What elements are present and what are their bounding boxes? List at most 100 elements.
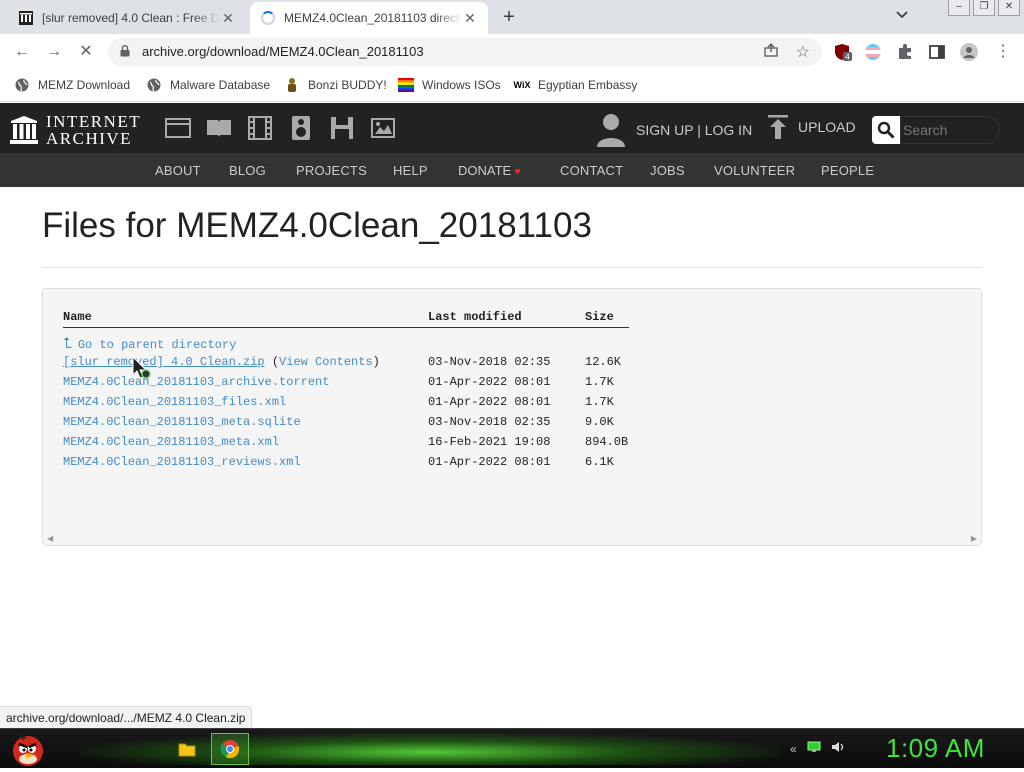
url-text: archive.org/download/MEMZ4.0Clean_201811… [142,44,424,59]
close-tab-icon[interactable]: ✕ [220,10,236,26]
file-link[interactable]: MEMZ4.0Clean_20181103_reviews.xml [63,455,301,469]
internet-archive-favicon-icon [18,10,34,26]
last-modified: 03-Nov-2018 02:35 [428,415,551,429]
up-arrow-icon: ⮤ [63,336,72,353]
heart-icon: ♥ [514,166,521,178]
video-film-icon[interactable] [247,115,273,141]
globe-icon [14,77,30,93]
upload-arrow-icon [768,115,788,139]
taskbar-file-explorer-icon[interactable] [168,733,206,765]
tray-expand-icon[interactable]: « [790,742,797,756]
title-divider [42,267,982,268]
nav-projects[interactable]: PROJECTS [296,163,367,178]
new-tab-button[interactable]: + [498,6,520,28]
start-button-angry-bird-icon[interactable] [10,729,46,767]
wix-icon: WiX [513,80,531,90]
file-link[interactable]: MEMZ4.0Clean_20181103_files.xml [63,395,286,409]
sign-up-login-link[interactable]: SIGN UP | LOG IN [596,113,752,147]
profile-avatar-icon[interactable] [960,43,978,61]
taskbar-clock[interactable]: 1:09 AM [886,733,985,764]
view-contents-link[interactable]: View Contents [279,355,373,369]
scroll-right-arrow-icon[interactable]: ▶ [971,534,977,543]
bookmark-memz-download[interactable]: MEMZ Download [14,77,130,93]
ublock-extension-icon[interactable]: 4 [834,43,852,62]
upload-link[interactable]: UPLOAD [768,115,856,139]
tab-strip: [slur removed] 4.0 Clean : Free D ✕ MEMZ… [0,0,1024,34]
nav-volunteer[interactable]: VOLUNTEER [714,163,795,178]
upload-label: UPLOAD [798,119,856,135]
restore-icon[interactable]: ❐ [973,0,995,16]
nav-help[interactable]: HELP [393,163,428,178]
address-bar[interactable]: archive.org/download/MEMZ4.0Clean_201811… [108,38,822,66]
back-arrow-icon[interactable]: ← [12,42,32,62]
ia-search-box [872,115,1002,145]
file-link[interactable]: MEMZ4.0Clean_20181103_meta.sqlite [63,415,301,429]
user-icon [597,114,625,147]
menu-kebab-icon[interactable]: ⋮ [994,43,1012,61]
bookmark-star-icon[interactable]: ☆ [796,42,810,62]
forward-arrow-icon[interactable]: → [44,42,64,62]
extensions-puzzle-icon[interactable] [896,43,914,61]
nav-donate-link[interactable]: DONATE ♥ [458,163,521,178]
ia-search-input[interactable] [900,116,1000,144]
archive-building-icon [10,116,38,144]
bookmark-label: Egyptian Embassy [538,78,638,92]
bookmark-label: Windows ISOs [422,78,501,92]
nav-blog[interactable]: BLOG [229,163,266,178]
close-window-icon[interactable]: ✕ [998,0,1020,16]
last-modified: 01-Apr-2022 08:01 [428,455,551,469]
nav-donate: DONATE [458,163,512,178]
link-status-bar: archive.org/download/.../MEMZ 4.0 Clean.… [0,706,253,728]
file-link[interactable]: MEMZ4.0Clean_20181103_archive.torrent [63,375,329,389]
media-type-icons [165,115,411,141]
images-icon[interactable] [370,115,396,141]
ia-logo[interactable]: INTERNET ARCHIVE [10,113,141,147]
nav-contact[interactable]: CONTACT [560,163,623,178]
nav-people[interactable]: PEOPLE [821,163,874,178]
page-title: Files for MEMZ4.0Clean_20181103 [42,206,592,245]
column-header-size: Size [585,310,614,324]
file-size: 9.0K [585,415,614,429]
web-icon[interactable] [165,115,191,141]
stop-loading-icon[interactable]: ✕ [76,42,96,62]
tab-search-chevron-icon[interactable] [896,8,908,22]
logo-line-1: INTERNET [46,112,142,131]
file-listing: Name Last modified Size ⮤ Go to parent di… [42,288,982,546]
header-rule [63,327,629,328]
system-tray: « [790,741,855,756]
minimize-icon[interactable]: – [948,0,970,16]
file-link[interactable]: MEMZ4.0Clean_20181103_meta.xml [63,435,279,449]
scroll-left-arrow-icon[interactable]: ◀ [47,534,53,543]
ia-topnav: INTERNET ARCHIVE SIGN UP | LOG IN UPLOAD [0,103,1024,153]
bookmark-windows-isos[interactable]: Windows ISOs [398,77,501,93]
audio-speaker-icon[interactable] [288,115,314,141]
nav-jobs[interactable]: JOBS [650,163,685,178]
mouse-cursor-icon [132,356,151,379]
file-link[interactable]: [slur removed] 4.0 Clean.zip [63,355,265,369]
file-size: 1.7K [585,395,614,409]
bookmark-egyptian-embassy[interactable]: WiX Egyptian Embassy [513,77,638,93]
volume-icon[interactable] [831,741,845,756]
software-floppy-icon[interactable] [329,115,355,141]
search-icon[interactable] [872,116,900,144]
share-icon[interactable] [764,43,778,60]
nav-about[interactable]: ABOUT [155,163,201,178]
pride-extension-icon[interactable] [864,43,882,61]
tab-directory-listing[interactable]: MEMZ4.0Clean_20181103 directo ✕ [250,2,488,34]
tab-archive-details[interactable]: [slur removed] 4.0 Clean : Free D ✕ [8,2,246,34]
account-label: SIGN UP | LOG IN [636,122,753,138]
column-header-name: Name [63,310,92,324]
bookmark-bonzi-buddy[interactable]: Bonzi BUDDY! [284,77,387,93]
network-icon[interactable] [807,741,821,756]
lock-icon [120,45,130,57]
close-tab-icon[interactable]: ✕ [462,10,478,26]
browser-toolbar: ← → ✕ archive.org/download/MEMZ4.0Clean_… [0,34,1024,70]
side-panel-icon[interactable] [928,43,946,61]
parent-directory-link[interactable]: ⮤ Go to parent directory [63,335,236,353]
taskbar-chrome-icon[interactable] [211,733,249,765]
bookmark-label: Malware Database [170,78,271,92]
bookmark-label: Bonzi BUDDY! [308,78,387,92]
texts-book-icon[interactable] [206,115,232,141]
file-size: 12.6K [585,355,622,369]
bookmark-malware-database[interactable]: Malware Database [146,77,270,93]
